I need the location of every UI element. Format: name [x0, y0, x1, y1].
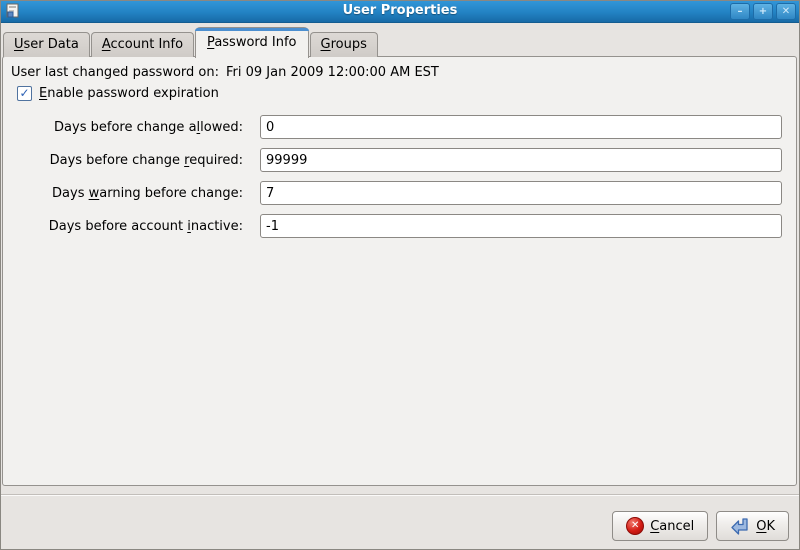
- account-inactive-input[interactable]: [260, 214, 782, 238]
- last-changed-label: User last changed password on:: [11, 65, 219, 80]
- dialog-actions: ✕ Cancel OK: [612, 511, 789, 541]
- warning-before-change-label: Days warning before change:: [3, 186, 243, 201]
- field-row-warning-before-change: Days warning before change:: [3, 181, 782, 205]
- last-changed-line: User last changed password on: Fri 09 Jan…: [11, 65, 439, 80]
- minimize-icon: –: [738, 6, 743, 17]
- titlebar: User Properties – + ✕: [0, 0, 800, 23]
- enable-expiration-checkbox[interactable]: ✓: [17, 86, 32, 101]
- cancel-button[interactable]: ✕ Cancel: [612, 511, 708, 541]
- cancel-label: Cancel: [650, 519, 694, 534]
- tab-password-info[interactable]: Password Info: [195, 27, 308, 58]
- enable-expiration-row: ✓ Enable password expiration: [17, 86, 219, 101]
- minimize-button[interactable]: –: [730, 3, 750, 20]
- tab-bar: User Data Account Info Password Info Gro…: [3, 27, 379, 57]
- cancel-x-icon: ✕: [626, 517, 644, 535]
- last-changed-value: Fri 09 Jan 2009 12:00:00 AM EST: [226, 65, 439, 80]
- password-info-panel: User last changed password on: Fri 09 Jan…: [2, 56, 797, 486]
- field-row-account-inactive: Days before account inactive:: [3, 214, 782, 238]
- tab-user-data[interactable]: User Data: [3, 32, 90, 57]
- ok-button[interactable]: OK: [716, 511, 789, 541]
- maximize-icon: +: [759, 6, 767, 17]
- tab-groups[interactable]: Groups: [310, 32, 378, 57]
- close-icon: ✕: [782, 6, 790, 17]
- close-button[interactable]: ✕: [776, 3, 796, 20]
- change-allowed-input[interactable]: [260, 115, 782, 139]
- field-row-change-required: Days before change required:: [3, 148, 782, 172]
- ok-arrow-icon: [730, 516, 750, 536]
- warning-before-change-input[interactable]: [260, 181, 782, 205]
- action-area-separator: [0, 494, 800, 496]
- account-inactive-label: Days before account inactive:: [3, 219, 243, 234]
- window-title: User Properties: [0, 0, 800, 23]
- enable-expiration-label: Enable password expiration: [39, 86, 219, 101]
- tab-account-info[interactable]: Account Info: [91, 32, 194, 57]
- change-required-label: Days before change required:: [3, 153, 243, 168]
- password-fields: Days before change allowed: Days before …: [3, 115, 782, 247]
- maximize-button[interactable]: +: [753, 3, 773, 20]
- change-allowed-label: Days before change allowed:: [3, 120, 243, 135]
- change-required-input[interactable]: [260, 148, 782, 172]
- field-row-change-allowed: Days before change allowed:: [3, 115, 782, 139]
- ok-label: OK: [756, 519, 775, 534]
- checkmark-icon: ✓: [19, 86, 29, 100]
